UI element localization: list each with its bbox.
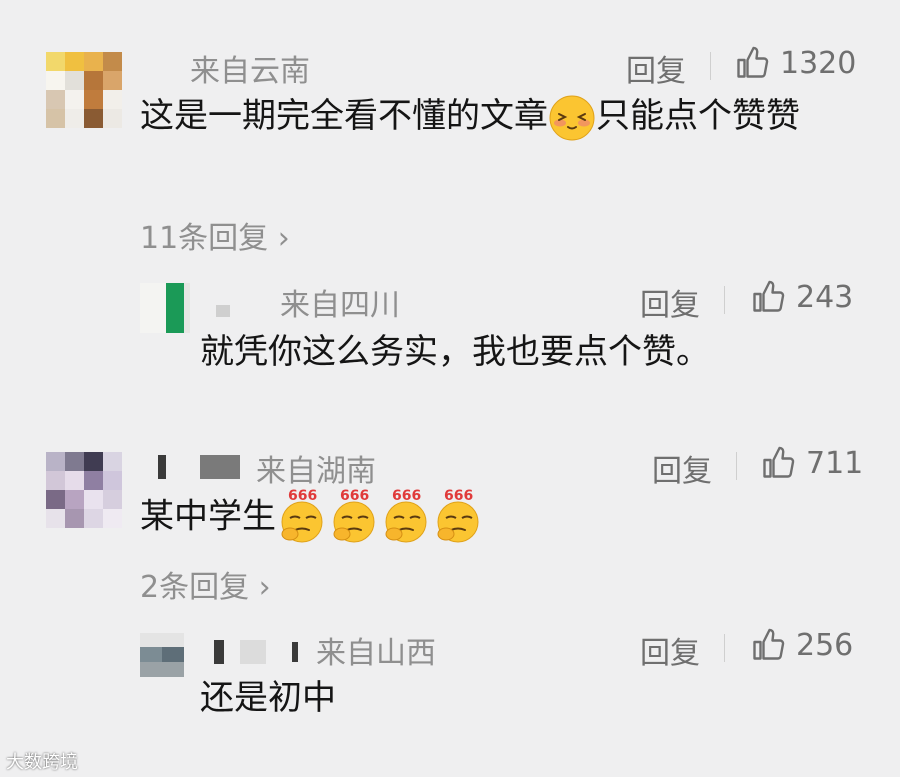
divider: [724, 286, 725, 314]
username-blurred: [200, 455, 240, 479]
thumbs-up-icon: [750, 279, 786, 315]
username-blurred: [216, 305, 230, 317]
chevron-right-icon: ›: [249, 570, 271, 605]
comment-text: 某中学生 666 666 666 666: [140, 488, 484, 546]
thumbs-up-icon: [734, 45, 770, 81]
like-count: 256: [796, 627, 854, 663]
divider: [724, 634, 725, 662]
divider: [710, 52, 711, 80]
like-button[interactable]: 256: [750, 627, 853, 663]
reply-button[interactable]: 回复: [626, 46, 686, 90]
avatar[interactable]: [46, 452, 122, 528]
comment-location: 来自湖南: [256, 454, 376, 489]
avatar[interactable]: [46, 52, 122, 128]
username-blurred: [240, 640, 266, 664]
avatar[interactable]: [140, 633, 184, 677]
thumbs-up-icon: [750, 627, 786, 663]
username-blurred: [158, 455, 166, 479]
divider: [736, 452, 737, 480]
like-count: 1320: [780, 45, 857, 81]
emoji-666-label: 666: [444, 488, 474, 504]
avatar[interactable]: [140, 283, 190, 333]
username-blurred: [292, 642, 298, 662]
thumbs-up-icon: [760, 445, 796, 481]
comment-text: 就凭你这么务实，我也要点个赞。: [200, 332, 710, 372]
like-button[interactable]: 711: [760, 445, 863, 481]
comment-location: 来自山西: [316, 636, 436, 671]
watermark: 大数跨境: [6, 752, 78, 773]
comment-location: 来自云南: [190, 54, 310, 89]
emoji-666-icon: 666: [276, 488, 328, 546]
like-count: 711: [806, 445, 864, 481]
emoji-666-label: 666: [392, 488, 422, 504]
comment-text: 这是一期完全看不懂的文章 只能点个赞赞: [140, 90, 860, 142]
emoji-666-icon: 666: [380, 488, 432, 546]
more-replies-link[interactable]: 2条回复 ›: [140, 562, 271, 606]
emoji-666-icon: 666: [432, 488, 484, 546]
emoji-666-label: 666: [288, 488, 318, 504]
like-button[interactable]: 243: [750, 279, 853, 315]
emoji-666-icon: 666: [328, 488, 380, 546]
username-blurred: [214, 640, 224, 664]
comment-location: 来自四川: [280, 288, 400, 323]
comment-text: 还是初中: [200, 678, 336, 718]
emoji-666-label: 666: [340, 488, 370, 504]
reply-button[interactable]: 回复: [640, 280, 700, 324]
reply-button[interactable]: 回复: [640, 628, 700, 672]
reply-button[interactable]: 回复: [652, 446, 712, 490]
chevron-right-icon: ›: [268, 221, 290, 256]
blushing-face-icon: [548, 94, 596, 142]
more-replies-link[interactable]: 11条回复 ›: [140, 213, 290, 257]
like-button[interactable]: 1320: [734, 45, 856, 81]
like-count: 243: [796, 279, 854, 315]
